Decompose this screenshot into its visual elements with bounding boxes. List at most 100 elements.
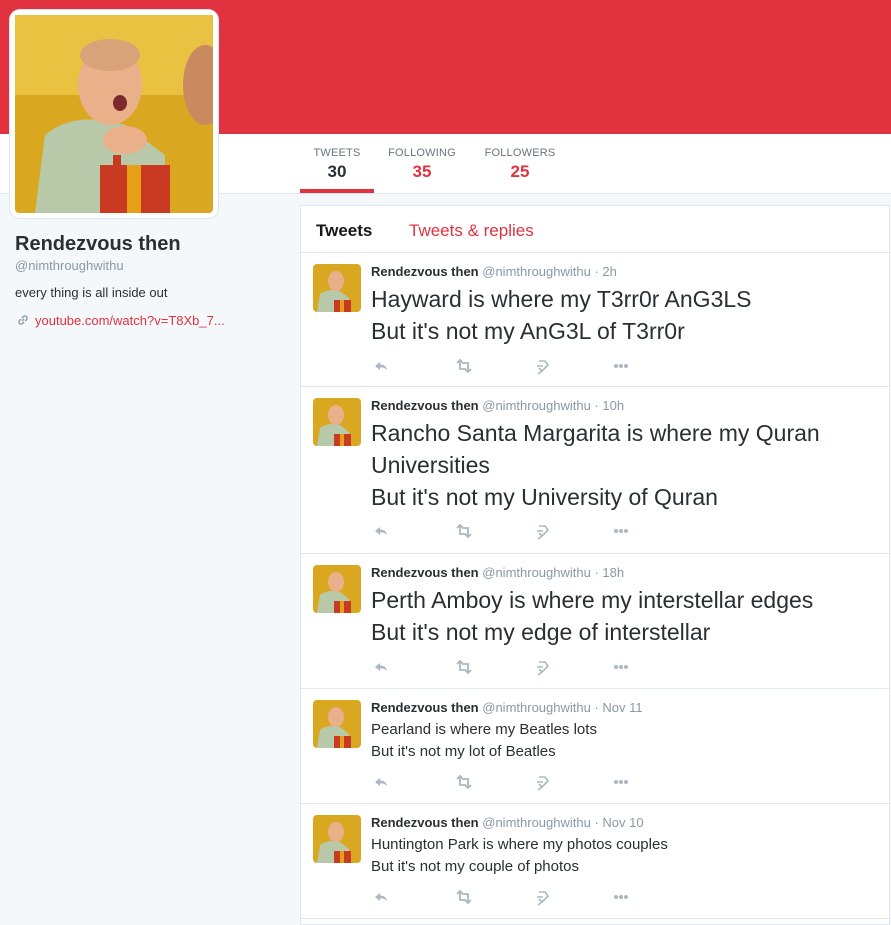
retweet-icon-glyph	[456, 774, 472, 790]
tab-tweets[interactable]: Tweets	[316, 221, 372, 241]
tweet[interactable]: Rendezvous then @nimthroughwithu · 10h Ra…	[301, 387, 889, 554]
tweet[interactable]: Rendezvous then @nimthroughwithu · Nov 1…	[301, 804, 889, 919]
more-icon-glyph	[614, 665, 628, 669]
reply-icon-glyph	[375, 362, 387, 370]
tweet-list: Rendezvous then @nimthroughwithu · 2h Hay…	[301, 253, 889, 919]
favorite-icon[interactable]	[533, 658, 553, 676]
tweet-text-line: Pearland is where my Beatles lots	[371, 721, 597, 738]
tweet-meta[interactable]: @nimthroughwithu · Nov 10	[482, 815, 643, 830]
tweet-meta[interactable]: @nimthroughwithu · 10h	[482, 398, 624, 413]
reply-icon[interactable]	[371, 357, 391, 375]
favorite-icon-glyph	[537, 776, 550, 791]
retweet-icon-glyph	[456, 659, 472, 675]
reply-icon[interactable]	[371, 658, 391, 676]
favorite-icon[interactable]	[533, 773, 553, 791]
tweet-meta[interactable]: @nimthroughwithu · Nov 11	[482, 700, 642, 715]
profile-bio: every thing is all inside out	[15, 285, 168, 300]
reply-icon-glyph	[375, 893, 387, 901]
timeline-tabs: Tweets Tweets & replies	[301, 206, 889, 253]
more-icon[interactable]	[611, 357, 631, 375]
tweet-avatar-image	[313, 700, 361, 748]
tab-tweets-replies[interactable]: Tweets & replies	[409, 221, 534, 241]
tweet-avatar[interactable]	[313, 398, 361, 446]
favorite-icon-glyph	[537, 661, 550, 676]
more-icon[interactable]	[611, 522, 631, 540]
tweet-text: Hayward is where my T3rr0r AnG3LS But it'…	[371, 283, 881, 347]
more-icon[interactable]	[611, 888, 631, 906]
tweet-avatar[interactable]	[313, 264, 361, 312]
tweet-avatar[interactable]	[313, 565, 361, 613]
reply-icon[interactable]	[371, 888, 391, 906]
link-icon	[18, 315, 28, 325]
stat-following[interactable]: FOLLOWING 35	[384, 134, 460, 193]
timeline: Tweets Tweets & replies Rendezvous then …	[300, 205, 890, 925]
more-icon-glyph	[614, 529, 628, 533]
tweet-meta[interactable]: @nimthroughwithu · 18h	[482, 565, 624, 580]
tweet-text-line: Hayward is where my T3rr0r AnG3LS	[371, 286, 752, 312]
favorite-icon-glyph	[537, 525, 550, 540]
retweet-icon[interactable]	[454, 357, 474, 375]
profile-avatar[interactable]	[10, 10, 227, 218]
tweet-avatar-image	[313, 398, 361, 446]
favorite-icon-glyph	[537, 360, 550, 375]
tweet-meta[interactable]: @nimthroughwithu · 2h	[482, 264, 617, 279]
tweet[interactable]: Rendezvous then @nimthroughwithu · 2h Hay…	[301, 253, 889, 387]
stat-tweets[interactable]: TWEETS 30	[300, 134, 374, 193]
tweet-author-name[interactable]: Rendezvous then	[371, 264, 479, 279]
reply-icon-glyph	[375, 527, 387, 535]
retweet-icon-glyph	[456, 523, 472, 539]
tweet-text: Huntington Park is where my photos coupl…	[371, 834, 881, 878]
reply-icon[interactable]	[371, 522, 391, 540]
tweet-avatar[interactable]	[313, 700, 361, 748]
more-icon-glyph	[614, 364, 628, 368]
stat-following-value: 35	[412, 162, 432, 181]
tweet-author-name[interactable]: Rendezvous then	[371, 398, 479, 413]
tweet-text: Perth Amboy is where my interstellar edg…	[371, 584, 881, 648]
tweet-text-line: But it's not my University of Quran	[371, 484, 718, 510]
favorite-icon[interactable]	[533, 357, 553, 375]
retweet-icon[interactable]	[454, 773, 474, 791]
stat-followers[interactable]: FOLLOWERS 25	[482, 134, 558, 193]
favorite-icon[interactable]	[533, 888, 553, 906]
more-icon[interactable]	[611, 773, 631, 791]
tweet-header: Rendezvous then @nimthroughwithu · 18h	[371, 565, 624, 580]
tweet-text-line: But it's not my couple of photos	[371, 858, 579, 875]
retweet-icon[interactable]	[454, 888, 474, 906]
tweet-author-name[interactable]: Rendezvous then	[371, 565, 479, 580]
tweet-text-line: But it's not my lot of Beatles	[371, 743, 556, 760]
favorite-icon[interactable]	[533, 522, 553, 540]
profile-name[interactable]: Rendezvous then	[15, 233, 181, 256]
tweet-text: Rancho Santa Margarita is where my Quran…	[371, 417, 881, 513]
retweet-icon[interactable]	[454, 658, 474, 676]
stat-tweets-value: 30	[327, 162, 347, 181]
more-icon-glyph	[614, 895, 628, 899]
retweet-icon[interactable]	[454, 522, 474, 540]
favorite-icon-glyph	[537, 891, 550, 906]
tweet-author-name[interactable]: Rendezvous then	[371, 700, 479, 715]
stat-tweets-label: TWEETS	[313, 147, 361, 159]
profile-handle[interactable]: @nimthroughwithu	[15, 258, 124, 273]
tweet-header: Rendezvous then @nimthroughwithu · Nov 1…	[371, 700, 643, 715]
tweet-avatar[interactable]	[313, 815, 361, 863]
tweet[interactable]: Rendezvous then @nimthroughwithu · Nov 1…	[301, 689, 889, 804]
retweet-icon-glyph	[456, 358, 472, 374]
avatar-image	[15, 15, 227, 213]
reply-icon[interactable]	[371, 773, 391, 791]
profile-link-text: youtube.com/watch?v=T8Xb_7...	[35, 313, 225, 328]
retweet-icon-glyph	[456, 889, 472, 905]
stat-followers-label: FOLLOWERS	[484, 147, 556, 159]
tweet-text-line: Perth Amboy is where my interstellar edg…	[371, 587, 814, 613]
tweet-avatar-image	[313, 264, 361, 312]
tweet-text: Pearland is where my Beatles lots But it'…	[371, 719, 881, 763]
more-icon[interactable]	[611, 658, 631, 676]
stat-following-label: FOLLOWING	[388, 147, 456, 159]
tweet-header: Rendezvous then @nimthroughwithu · 10h	[371, 398, 624, 413]
tweet-text-line: Huntington Park is where my photos coupl…	[371, 836, 668, 853]
profile-website-link[interactable]: youtube.com/watch?v=T8Xb_7...	[17, 313, 225, 328]
reply-icon-glyph	[375, 663, 387, 671]
tweet-text-line: But it's not my AnG3L of T3rr0r	[371, 318, 685, 344]
stat-followers-value: 25	[510, 162, 530, 181]
tweet[interactable]: Rendezvous then @nimthroughwithu · 18h Pe…	[301, 554, 889, 689]
reply-icon-glyph	[375, 778, 387, 786]
tweet-author-name[interactable]: Rendezvous then	[371, 815, 479, 830]
